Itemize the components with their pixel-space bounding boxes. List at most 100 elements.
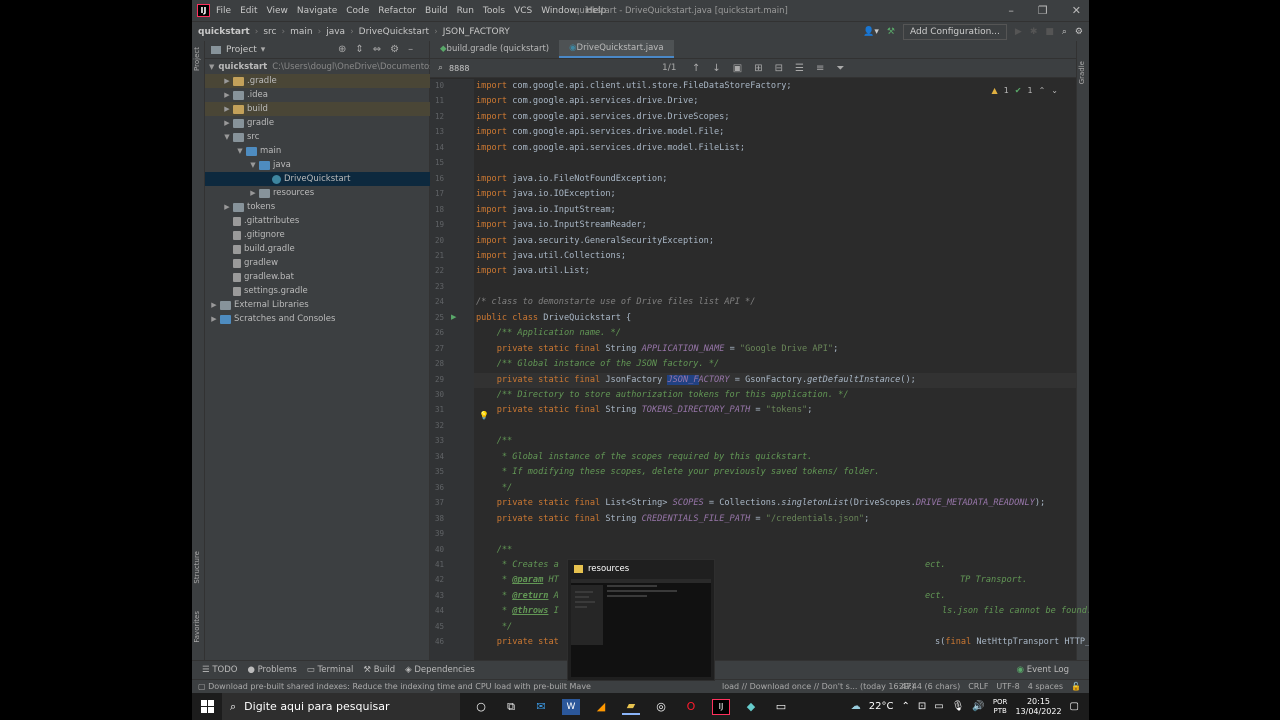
editor-tab[interactable]: ◉ DriveQuickstart.java <box>559 40 674 58</box>
windows-start-icon[interactable] <box>192 700 222 713</box>
code-line[interactable]: private static final String CREDENTIALS_… <box>476 514 870 524</box>
user-icon[interactable]: 👤▾ <box>863 27 879 37</box>
inspection-widget[interactable]: ▲ 1 ✔ 1 ⌃ ⌄ <box>992 86 1058 95</box>
chevron-right-icon[interactable]: ▶ <box>222 77 232 85</box>
code-line-fragment[interactable]: TP Transport. <box>960 575 1027 585</box>
code-line-fragment[interactable]: ect. <box>925 591 946 601</box>
add-configuration-button[interactable]: Add Configuration... <box>902 23 1007 40</box>
menu-code[interactable]: Code <box>346 6 369 16</box>
notification-icon[interactable]: ▢ <box>1070 701 1079 712</box>
code-line[interactable]: /** <box>476 436 513 446</box>
chevron-right-icon[interactable]: ▶ <box>222 119 232 127</box>
todo-tab[interactable]: ☰ TODO <box>202 665 237 675</box>
hide-icon[interactable]: – <box>408 44 413 55</box>
code-line[interactable]: /** Global instance of the JSON factory.… <box>476 359 719 369</box>
volume-icon[interactable]: 🔊 <box>972 701 984 712</box>
intellij-icon[interactable]: IJ <box>712 698 730 715</box>
chevron-down-icon[interactable]: ▼ <box>209 63 214 71</box>
code-line[interactable]: import java.security.GeneralSecurityExce… <box>476 236 714 246</box>
dependencies-tab[interactable]: ◈ Dependencies <box>405 665 475 675</box>
code-line[interactable]: import java.util.List; <box>476 266 590 276</box>
find-input[interactable]: 8888 <box>449 64 469 73</box>
chevron-right-icon[interactable]: ▶ <box>248 189 258 197</box>
breadcrumb-item[interactable]: DriveQuickstart <box>359 27 429 37</box>
menu-file[interactable]: File <box>216 6 231 16</box>
favorites-tool-tab[interactable]: Favorites <box>193 611 201 643</box>
weather-icon[interactable]: ☁ <box>851 701 861 712</box>
code-line[interactable]: public class DriveQuickstart { <box>476 313 631 323</box>
chevron-down-icon[interactable]: ▼ <box>248 161 258 169</box>
task-view-icon[interactable]: ⧉ <box>502 699 520 715</box>
battery-icon[interactable]: ▭ <box>934 701 943 712</box>
select-occurrences-icon[interactable]: ☰ <box>795 63 804 74</box>
tree-item[interactable]: ▶ gradle <box>205 116 430 130</box>
tree-item[interactable]: ▶ .gradle <box>205 74 430 88</box>
minimize-icon[interactable]: – <box>1008 4 1014 17</box>
restore-icon[interactable]: ❐ <box>1038 4 1048 17</box>
file-encoding[interactable]: UTF-8 <box>996 682 1019 691</box>
azure-data-studio-icon[interactable]: ◆ <box>742 699 760 715</box>
code-line[interactable]: /** <box>476 545 513 555</box>
chevron-right-icon[interactable]: ▶ <box>222 203 232 211</box>
tree-item[interactable]: ▶ build <box>205 102 430 116</box>
breadcrumb-item[interactable]: src <box>263 27 276 37</box>
input-language[interactable]: POR PTB <box>993 698 1008 716</box>
code-line[interactable]: private stat <box>476 637 559 647</box>
code-line[interactable]: /** Directory to store authorization tok… <box>476 390 849 400</box>
code-line[interactable]: private static final String TOKENS_DIREC… <box>476 405 813 415</box>
gradle-tool-tab[interactable]: Gradle <box>1078 61 1086 84</box>
tree-item[interactable]: gradlew.bat <box>205 270 430 284</box>
menu-vcs[interactable]: VCS <box>514 6 532 16</box>
breadcrumb-item[interactable]: main <box>290 27 313 37</box>
code-line[interactable]: import java.io.IOException; <box>476 189 616 199</box>
line-separator[interactable]: CRLF <box>968 682 988 691</box>
temperature[interactable]: 22°C <box>869 701 894 712</box>
chevron-right-icon[interactable]: ▶ <box>209 315 219 323</box>
status-message[interactable]: ▢ Download pre-built shared indexes: Red… <box>198 682 591 691</box>
breadcrumb-item[interactable]: java <box>326 27 345 37</box>
code-line-fragment[interactable]: ect. <box>925 560 946 570</box>
chevron-right-icon[interactable]: ▶ <box>222 91 232 99</box>
search-icon[interactable]: ⌕ <box>1062 27 1067 37</box>
hammer-icon[interactable]: ⚒ <box>887 27 895 37</box>
select-all-icon[interactable]: ▣ <box>733 63 742 74</box>
code-line[interactable]: import java.io.FileNotFoundException; <box>476 174 667 184</box>
remove-selection-icon[interactable]: ⊟ <box>775 63 783 74</box>
code-line[interactable]: * Global instance of the scopes required… <box>476 452 812 462</box>
breadcrumb-item[interactable]: quickstart <box>198 27 250 37</box>
clock[interactable]: 20:15 13/04/2022 <box>1015 697 1061 717</box>
code-line-fragment[interactable]: s(final NetHttpTransport HTTP_TRANSPORT)… <box>935 637 1089 647</box>
code-line[interactable]: private static final JsonFactory JSON_FA… <box>476 374 916 385</box>
code-line[interactable]: * Creates a <box>476 560 559 570</box>
terminal-icon[interactable]: ▭ <box>772 699 790 715</box>
structure-tool-tab[interactable]: Structure <box>193 551 201 584</box>
menu-refactor[interactable]: Refactor <box>378 6 416 16</box>
code-line-fragment[interactable]: ls.json file cannot be found. <box>942 606 1089 616</box>
code-line[interactable]: import java.io.InputStream; <box>476 205 616 215</box>
menu-tools[interactable]: Tools <box>483 6 505 16</box>
tree-item[interactable]: ▼ quickstart C:\Users\dougl\OneDrive\Docum… <box>205 60 430 74</box>
chevron-right-icon[interactable]: ▶ <box>209 301 219 309</box>
previous-occurrence-icon[interactable]: ↑ <box>692 63 700 74</box>
tree-item[interactable]: DriveQuickstart <box>205 172 430 186</box>
code-line[interactable]: */ <box>476 483 512 493</box>
menu-window[interactable]: Window <box>541 6 577 16</box>
terminal-tab[interactable]: ▭ Terminal <box>307 665 354 675</box>
editor-tab[interactable]: ◆ build.gradle (quickstart) <box>430 40 559 58</box>
menu-run[interactable]: Run <box>457 6 474 16</box>
opera-icon[interactable]: O <box>682 699 700 715</box>
stop-icon[interactable]: ■ <box>1045 27 1054 37</box>
code-line[interactable]: /** Application name. */ <box>476 328 621 338</box>
add-selection-icon[interactable]: ⊞ <box>754 63 762 74</box>
code-line[interactable]: import com.google.api.services.drive.Dri… <box>476 96 698 106</box>
menu-view[interactable]: View <box>267 6 288 16</box>
sublime-icon[interactable]: ◢ <box>592 699 610 715</box>
tree-item[interactable]: ▼ java <box>205 158 430 172</box>
run-icon[interactable]: ▶ <box>1015 27 1022 37</box>
tree-item[interactable]: build.gradle <box>205 242 430 256</box>
chevron-up-icon[interactable]: ⌃ <box>1039 86 1046 95</box>
tree-item[interactable]: .gitignore <box>205 228 430 242</box>
code-line[interactable]: * If modifying these scopes, delete your… <box>476 467 880 477</box>
taskbar-search[interactable]: ⌕ Digite aqui para pesquisar <box>222 693 460 720</box>
caret-position[interactable]: 29:44 (6 chars) <box>899 682 960 691</box>
